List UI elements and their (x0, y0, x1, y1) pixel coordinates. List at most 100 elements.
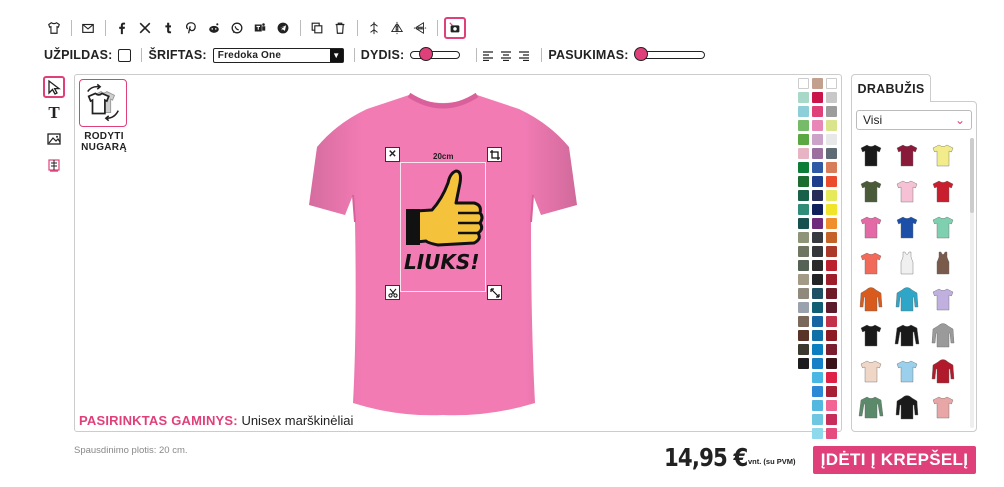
garment-scrollbar[interactable] (970, 138, 974, 428)
color-swatch[interactable] (826, 120, 837, 131)
align-right-icon[interactable] (519, 50, 530, 62)
color-swatch[interactable] (798, 344, 809, 355)
color-swatch[interactable] (826, 302, 837, 313)
garment-item[interactable] (890, 318, 924, 351)
color-swatch[interactable] (812, 148, 823, 159)
color-swatch[interactable] (798, 92, 809, 103)
color-swatch[interactable] (798, 218, 809, 229)
garment-item[interactable] (926, 390, 960, 423)
color-swatch[interactable] (812, 288, 823, 299)
garment-item[interactable] (854, 354, 888, 387)
preview-icon[interactable] (444, 17, 466, 39)
garment-item[interactable] (926, 210, 960, 243)
garment-item[interactable] (926, 138, 960, 171)
color-swatch[interactable] (826, 288, 837, 299)
cursor-icon[interactable] (43, 76, 65, 98)
color-swatch[interactable] (798, 78, 809, 89)
color-swatch[interactable] (798, 134, 809, 145)
garment-item[interactable] (890, 138, 924, 171)
color-swatch[interactable] (798, 330, 809, 341)
thumbs-up-icon[interactable]: LIUKS! (402, 163, 484, 273)
color-swatch[interactable] (798, 274, 809, 285)
tumblr-icon[interactable] (158, 18, 178, 38)
garment-item[interactable] (890, 246, 924, 279)
color-swatch[interactable] (826, 134, 837, 145)
color-swatch[interactable] (812, 330, 823, 341)
color-swatch[interactable] (826, 344, 837, 355)
color-swatch[interactable] (798, 246, 809, 257)
trash-icon[interactable] (330, 18, 350, 38)
color-swatch[interactable] (826, 106, 837, 117)
color-swatch[interactable] (826, 246, 837, 257)
garment-item[interactable] (890, 390, 924, 423)
color-swatch[interactable] (826, 92, 837, 103)
text-tool-icon[interactable]: T (43, 102, 65, 124)
pinterest-icon[interactable] (181, 18, 201, 38)
garment-item[interactable] (890, 354, 924, 387)
color-swatch[interactable] (798, 358, 809, 369)
image-icon[interactable] (43, 128, 65, 150)
color-swatch[interactable] (812, 232, 823, 243)
design-library-icon[interactable] (43, 154, 65, 176)
rotation-slider-knob[interactable] (633, 47, 648, 61)
flip-horizontal-icon[interactable] (387, 18, 407, 38)
color-swatch[interactable] (812, 92, 823, 103)
telegram-icon[interactable] (273, 18, 293, 38)
add-to-cart-button[interactable]: ĮDĖTI Į KREPŠELĮ (813, 446, 976, 474)
color-swatch[interactable] (798, 204, 809, 215)
color-swatch[interactable] (798, 302, 809, 313)
color-swatch[interactable] (826, 400, 837, 411)
tshirt-icon[interactable] (44, 18, 64, 38)
garment-item[interactable] (854, 138, 888, 171)
scrollbar-thumb[interactable] (970, 138, 974, 213)
color-swatch[interactable] (812, 358, 823, 369)
color-swatch[interactable] (812, 176, 823, 187)
garment-item[interactable] (926, 354, 960, 387)
color-swatch[interactable] (826, 190, 837, 201)
color-swatch[interactable] (826, 176, 837, 187)
color-swatch[interactable] (812, 120, 823, 131)
garment-item[interactable] (890, 174, 924, 207)
color-swatch[interactable] (798, 190, 809, 201)
color-swatch[interactable] (798, 176, 809, 187)
color-swatch[interactable] (812, 344, 823, 355)
color-swatch[interactable] (826, 204, 837, 215)
color-swatch[interactable] (812, 218, 823, 229)
garment-item[interactable] (926, 246, 960, 279)
color-swatch[interactable] (826, 414, 837, 425)
color-swatch[interactable] (826, 372, 837, 383)
color-swatch[interactable] (812, 414, 823, 425)
color-swatch[interactable] (812, 246, 823, 257)
color-swatch[interactable] (812, 162, 823, 173)
reddit-icon[interactable] (204, 18, 224, 38)
rotation-slider[interactable] (633, 47, 705, 61)
color-swatch[interactable] (826, 260, 837, 271)
garment-filter-select[interactable]: Visi ⌄ (856, 110, 972, 130)
color-swatch[interactable] (812, 372, 823, 383)
color-swatch[interactable] (826, 316, 837, 327)
garment-item[interactable] (854, 174, 888, 207)
crop-icon[interactable] (487, 147, 502, 162)
size-slider[interactable] (410, 47, 461, 61)
color-swatch[interactable] (826, 148, 837, 159)
resize-icon[interactable] (487, 285, 502, 300)
garment-item[interactable] (854, 390, 888, 423)
design-canvas[interactable]: RODYTI NUGARĄ 20cm LIUKS! ✕ PASIRINKTAS … (74, 74, 842, 432)
color-swatch[interactable] (798, 316, 809, 327)
teams-icon[interactable] (250, 18, 270, 38)
garment-item[interactable] (854, 318, 888, 351)
color-swatch[interactable] (798, 288, 809, 299)
align-left-icon[interactable] (483, 50, 494, 62)
garment-item[interactable] (854, 210, 888, 243)
color-swatch[interactable] (812, 260, 823, 271)
garment-item[interactable] (890, 282, 924, 315)
align-center-text-icon[interactable] (501, 50, 512, 62)
color-swatch[interactable] (798, 148, 809, 159)
scissors-icon[interactable] (385, 285, 400, 300)
color-swatch[interactable] (812, 190, 823, 201)
color-swatch[interactable] (826, 78, 837, 89)
garment-item[interactable] (926, 282, 960, 315)
color-swatch[interactable] (826, 358, 837, 369)
garment-item[interactable] (926, 174, 960, 207)
garment-item[interactable] (854, 246, 888, 279)
